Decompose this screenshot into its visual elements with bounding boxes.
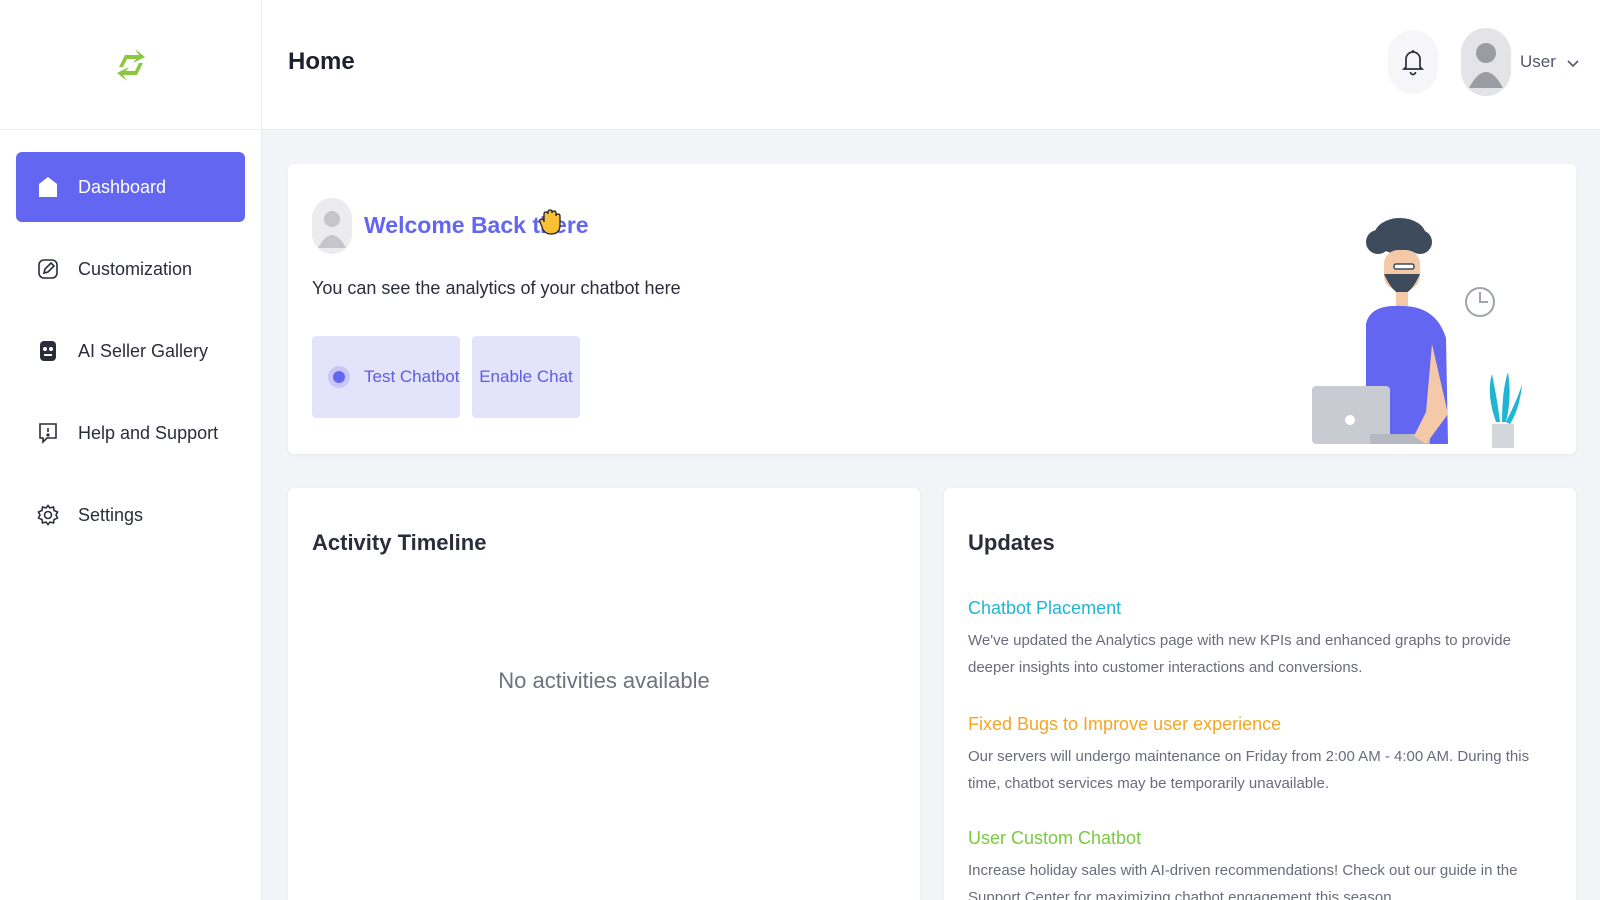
sidebar-item-label: Help and Support [78,422,219,443]
sidebar-nav: Dashboard Customization AI Seller Galler… [0,130,261,550]
robot-icon [36,339,60,363]
sidebar-item-dashboard[interactable]: Dashboard [16,152,245,222]
update-description: Our servers will undergo maintenance on … [968,748,1530,792]
chatbot-dot-icon [328,366,350,388]
notifications-button[interactable] [1388,30,1438,94]
updates-title: Updates [968,530,1055,555]
empty-state-text: No activities available [498,668,710,693]
developer-illustration [1312,218,1522,448]
help-icon [36,421,60,445]
sidebar-item-help-and-support[interactable]: Help and Support [16,398,245,468]
logo-area [0,0,261,130]
test-chatbot-button[interactable]: Test Chatbot [312,336,460,418]
welcome-subtitle: You can see the analytics of your chatbo… [312,278,681,298]
sidebar-item-label: Customization [78,258,193,279]
user-name[interactable]: User [1520,52,1556,72]
update-title[interactable]: User Custom Chatbot [968,828,1558,849]
update-title[interactable]: Chatbot Placement [968,598,1558,619]
edit-icon [36,257,60,281]
sidebar: Dashboard Customization AI Seller Galler… [0,0,262,900]
enable-chat-button[interactable]: Enable Chat [472,336,580,418]
update-title[interactable]: Fixed Bugs to Improve user experience [968,714,1558,735]
logo-icon[interactable] [111,45,151,85]
top-bar: Home User [262,0,1600,130]
update-item: Chatbot Placement We've updated the Anal… [968,598,1558,681]
activity-timeline-title: Activity Timeline [312,530,487,555]
update-item: User Custom Chatbot Increase holiday sal… [968,828,1558,900]
update-item: Fixed Bugs to Improve user experience Ou… [968,714,1558,797]
page-title: Home [288,48,355,75]
bell-icon [1401,50,1425,76]
gear-icon [36,503,60,527]
sidebar-item-ai-seller-gallery[interactable]: AI Seller Gallery [16,316,245,386]
avatar-icon [318,211,346,248]
welcome-card: Welcome Back there You can see the analy… [288,164,1576,454]
sidebar-item-customization[interactable]: Customization [16,234,245,304]
enable-chat-label: Enable Chat [479,367,573,386]
update-description: Increase holiday sales with AI-driven re… [968,862,1518,900]
home-icon [36,175,60,199]
sidebar-item-label: AI Seller Gallery [78,340,209,361]
chevron-down-icon[interactable] [1566,56,1580,74]
activity-timeline-card: Activity Timeline No activities availabl… [288,488,920,900]
avatar-icon [1469,43,1503,88]
updates-card: Updates Chatbot Placement We've updated … [944,488,1576,900]
update-description: We've updated the Analytics page with ne… [968,632,1511,676]
user-avatar[interactable] [1461,28,1511,96]
sidebar-item-settings[interactable]: Settings [16,480,245,550]
sidebar-item-label: Settings [78,504,144,525]
avatar [312,198,352,254]
test-chatbot-label: Test Chatbot [364,367,460,386]
waving-hand-icon [538,208,562,241]
sidebar-item-label: Dashboard [78,176,167,197]
